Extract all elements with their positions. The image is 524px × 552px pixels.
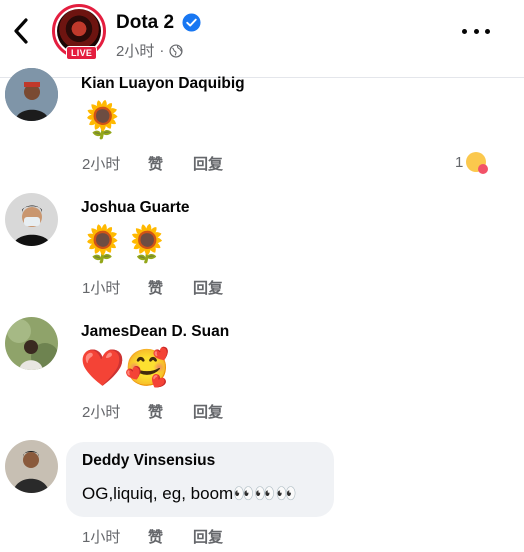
comment-body: 🌻🌻	[80, 223, 170, 264]
like-button[interactable]: 赞	[148, 401, 193, 422]
comment-actions: 1小时 赞 回复	[82, 526, 223, 547]
avatar[interactable]	[5, 317, 58, 370]
comment-body: 🌻	[80, 99, 125, 140]
chevron-left-icon	[14, 18, 28, 44]
comment-actions: 2小时 赞 回复	[82, 401, 223, 422]
comment-actions: 1小时 赞 回复	[82, 277, 223, 298]
reply-button[interactable]: 回复	[193, 277, 223, 298]
comment-author[interactable]: Kian Luayon Daquibig	[81, 75, 245, 93]
comment-bubble[interactable]: Deddy Vinsensius OG,liquiq, eg, boom👀👀👀	[66, 442, 334, 517]
comment-actions: 2小时 赞 回复	[82, 153, 223, 174]
post-meta: 2小时 ·	[116, 40, 183, 61]
dot-icon	[485, 28, 490, 34]
reaction-count: 1	[455, 153, 464, 171]
globe-icon	[169, 43, 183, 58]
dot-icon	[462, 28, 467, 34]
avatar[interactable]	[5, 193, 58, 246]
live-badge: LIVE	[66, 46, 98, 60]
comment-author[interactable]: Joshua Guarte	[81, 199, 190, 217]
back-button[interactable]	[8, 14, 34, 48]
reply-button[interactable]: 回复	[193, 153, 223, 174]
reaction-summary[interactable]: 1	[455, 152, 489, 174]
person-photo	[5, 317, 58, 370]
comment-time[interactable]: 1小时	[82, 526, 148, 547]
reply-button[interactable]: 回复	[193, 526, 223, 547]
person-photo	[5, 193, 58, 246]
meta-separator: ·	[159, 42, 165, 59]
comment-body: OG,liquiq, eg, boom👀👀👀	[82, 484, 297, 503]
post-header: LIVE Dota 2 2小时 ·	[0, 0, 524, 78]
comment-time[interactable]: 2小时	[82, 153, 148, 174]
reply-button[interactable]: 回复	[193, 401, 223, 422]
comment-time[interactable]: 2小时	[82, 401, 148, 422]
person-photo	[5, 440, 58, 493]
care-reaction-icon	[466, 152, 489, 174]
like-button[interactable]: 赞	[148, 153, 193, 174]
avatar[interactable]	[5, 68, 58, 121]
more-options-button[interactable]	[462, 26, 490, 36]
comment-author[interactable]: Deddy Vinsensius	[82, 452, 215, 470]
verified-badge-icon	[182, 13, 201, 32]
like-button[interactable]: 赞	[148, 277, 193, 298]
avatar[interactable]	[5, 440, 58, 493]
comment-author[interactable]: JamesDean D. Suan	[81, 323, 229, 341]
page-name[interactable]: Dota 2	[116, 12, 174, 34]
post-time: 2小时	[116, 43, 155, 60]
dot-icon	[473, 28, 479, 34]
like-button[interactable]: 赞	[148, 526, 193, 547]
person-photo	[5, 68, 58, 121]
comment-time[interactable]: 1小时	[82, 277, 148, 298]
comment-body: ❤️🥰	[80, 347, 170, 388]
